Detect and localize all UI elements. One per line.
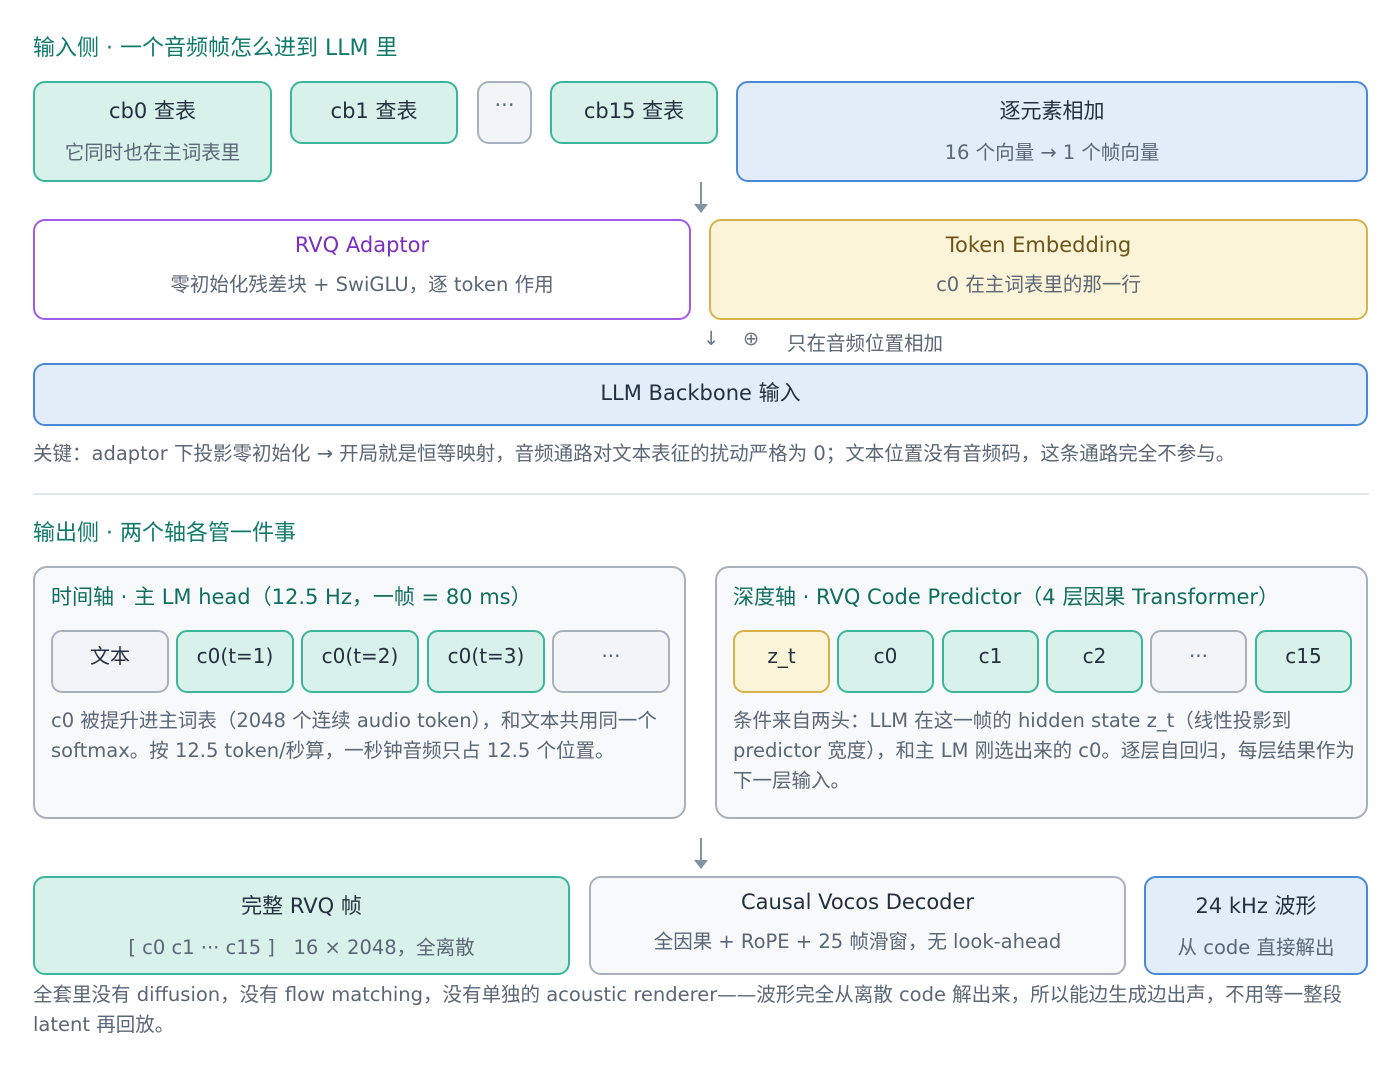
- waveform-subtitle: 从 code 直接解出: [1177, 936, 1335, 959]
- depth-chip-ellipsis: ···: [1150, 630, 1247, 693]
- depth-chip-c0: c0: [837, 630, 934, 693]
- plus-circle-icon: ⊕: [743, 327, 760, 350]
- input-section-title: 输入侧 · 一个音频帧怎么进到 LLM 里: [33, 36, 398, 61]
- cb1-lookup-box: cb1 查表: [290, 81, 458, 144]
- sum-title: 逐元素相加: [999, 99, 1105, 123]
- depth-chip-z-t: z_t: [733, 630, 830, 693]
- down-arrow-line-2: [700, 838, 702, 860]
- cb15-lookup-box: cb15 查表: [550, 81, 718, 144]
- ellipsis-text: ···: [494, 93, 515, 117]
- depth-axis-title: 深度轴 · RVQ Code Predictor（4 层因果 Transform…: [733, 585, 1280, 609]
- decoder-title: Causal Vocos Decoder: [740, 890, 975, 914]
- time-axis-description: c0 被提升进主词表（2048 个连续 audio token），和文本共用同一…: [51, 709, 657, 762]
- time-chip-ellipsis: ···: [552, 630, 670, 693]
- time-axis-panel: 时间轴 · 主 LM head（12.5 Hz，一帧 = 80 ms） 文本 c…: [33, 566, 686, 819]
- down-arrow-head-2: [694, 860, 708, 869]
- depth-chip-c2: c2: [1046, 630, 1143, 693]
- depth-axis-description: 条件来自两头：LLM 在这一帧的 hidden state z_t（线性投影到 …: [733, 709, 1355, 792]
- output-section-title: 输出侧 · 两个轴各管一件事: [33, 521, 296, 546]
- bottom-note: 全套里没有 diffusion，没有 flow matching，没有单独的 a…: [33, 983, 1343, 1036]
- backbone-title: LLM Backbone 输入: [600, 381, 801, 405]
- time-chip-c0-t1: c0(t=1): [176, 630, 294, 693]
- full-frame-subtitle: [ c0 c1 ··· c15 ] 16 × 2048，全离散: [128, 936, 475, 959]
- rvq-adaptor-box: RVQ Adaptor 零初始化残差块 + SwiGLU，逐 token 作用: [33, 219, 691, 320]
- depth-axis-panel: 深度轴 · RVQ Code Predictor（4 层因果 Transform…: [715, 566, 1368, 819]
- full-rvq-frame-box: 完整 RVQ 帧 [ c0 c1 ··· c15 ] 16 × 2048，全离散: [33, 876, 570, 975]
- key-note: 关键：adaptor 下投影零初始化 → 开局就是恒等映射，音频通路对文本表征的…: [33, 442, 1236, 465]
- time-chip-c0-t3: c0(t=3): [427, 630, 545, 693]
- causal-vocos-decoder-box: Causal Vocos Decoder 全因果 + RoPE + 25 帧滑窗…: [589, 876, 1126, 975]
- token-embedding-title: Token Embedding: [945, 233, 1132, 257]
- cb1-title: cb1 查表: [330, 99, 418, 123]
- time-chip-c0-t2: c0(t=2): [301, 630, 419, 693]
- merge-label: 只在音频位置相加: [787, 332, 944, 355]
- cb0-lookup-box: cb0 查表 它同时也在主词表里: [33, 81, 272, 182]
- waveform-title: 24 kHz 波形: [1195, 894, 1317, 918]
- adaptor-title: RVQ Adaptor: [294, 233, 430, 257]
- adaptor-subtitle: 零初始化残差块 + SwiGLU，逐 token 作用: [170, 273, 554, 296]
- elementwise-sum-box: 逐元素相加 16 个向量 → 1 个帧向量: [736, 81, 1368, 182]
- token-embedding-box: Token Embedding c0 在主词表里的那一行: [709, 219, 1368, 320]
- llm-backbone-input-box: LLM Backbone 输入: [33, 363, 1368, 426]
- down-arrow-head-1: [694, 204, 708, 213]
- time-chip-text: 文本: [51, 630, 169, 693]
- time-axis-title: 时间轴 · 主 LM head（12.5 Hz，一帧 = 80 ms）: [51, 585, 532, 609]
- down-arrow-line-1: [700, 182, 702, 204]
- codebook-ellipsis-box: ···: [477, 81, 532, 144]
- waveform-box: 24 kHz 波形 从 code 直接解出: [1144, 876, 1368, 975]
- cb0-subtitle: 它同时也在主词表里: [64, 141, 241, 164]
- section-divider: [33, 493, 1369, 495]
- full-frame-title: 完整 RVQ 帧: [241, 894, 362, 918]
- depth-chip-c1: c1: [942, 630, 1039, 693]
- cb15-title: cb15 查表: [583, 99, 685, 123]
- depth-chip-c15: c15: [1255, 630, 1352, 693]
- token-embedding-subtitle: c0 在主词表里的那一行: [936, 273, 1141, 296]
- sum-subtitle: 16 个向量 → 1 个帧向量: [944, 141, 1160, 164]
- decoder-subtitle: 全因果 + RoPE + 25 帧滑窗，无 look-ahead: [653, 930, 1062, 953]
- cb0-title: cb0 查表: [109, 99, 196, 123]
- merge-arrow-icon: ↓: [703, 327, 720, 350]
